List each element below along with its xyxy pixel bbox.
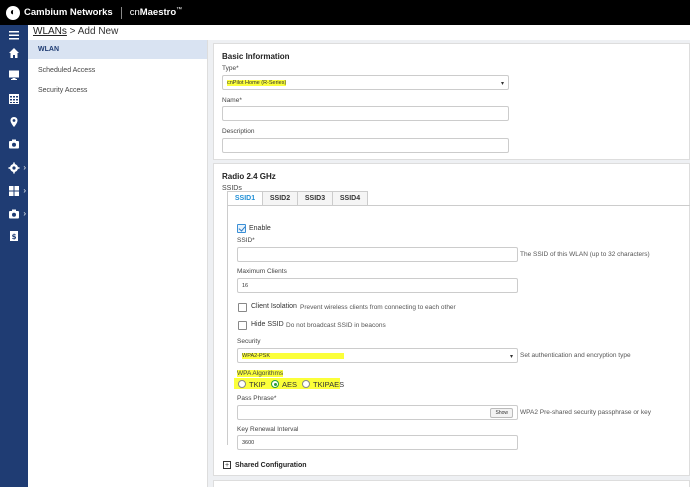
client-isolation-hint: Prevent wireless clients from connecting… — [300, 304, 456, 311]
subnav-item-scheduled-access[interactable]: Scheduled Access — [28, 60, 207, 80]
security-label: Security — [237, 338, 261, 345]
hide-ssid-hint: Do not broadcast SSID in beacons — [286, 322, 386, 329]
hide-ssid-label: Hide SSID — [251, 321, 284, 328]
billing-icon[interactable]: $ — [0, 226, 28, 246]
monitor-icon[interactable] — [0, 65, 28, 85]
dropdown-caret-icon: ▾ — [509, 354, 513, 360]
client-isolation-label: Client Isolation — [251, 303, 297, 310]
cambium-logo-icon: ◐ — [6, 5, 20, 20]
product-name: cnMaestro™ — [129, 6, 183, 19]
ssid-tabs: SSID1 SSID2 SSID3 SSID4 — [227, 191, 368, 205]
pass-phrase-hint: WPA2 Pre-shared security passphrase or k… — [520, 409, 652, 416]
enable-checkbox[interactable] — [237, 224, 246, 233]
subnav-item-security-access[interactable]: Security Access — [28, 80, 207, 100]
key-renewal-label: Key Renewal Interval — [237, 426, 299, 433]
basic-information-panel: Basic Information Type* cnPilot Home (R-… — [213, 43, 690, 160]
client-isolation-checkbox[interactable] — [238, 303, 247, 312]
ssid-hint: The SSID of this WLAN (up to 32 characte… — [520, 251, 650, 258]
menu-icon[interactable] — [0, 25, 28, 45]
brand-divider — [120, 6, 122, 19]
camera-icon[interactable] — [0, 134, 28, 154]
name-input[interactable] — [222, 106, 509, 121]
breadcrumb: WLANs > Add New — [33, 26, 119, 37]
tkip-radio[interactable] — [238, 380, 246, 388]
type-label: Type* — [222, 65, 239, 72]
tkipaes-label: TKIPAES — [313, 380, 345, 389]
aes-label: AES — [282, 380, 298, 389]
tab-ssid3[interactable]: SSID3 — [297, 191, 333, 205]
maximum-clients-input[interactable]: 16 — [237, 278, 518, 293]
expand-plus-icon: + — [223, 461, 231, 469]
tab-ssid1[interactable]: SSID1 — [227, 191, 263, 205]
camera-settings-icon[interactable]: › — [0, 204, 28, 224]
tab-ssid4[interactable]: SSID4 — [332, 191, 368, 205]
type-select[interactable]: cnPilot Home (R-Series) ▾ — [222, 75, 509, 90]
hide-ssid-checkbox[interactable] — [238, 321, 247, 330]
basic-information-title: Basic Information — [222, 52, 290, 61]
main-content: Basic Information Type* cnPilot Home (R-… — [208, 40, 690, 487]
wlan-subnav: WLAN Scheduled Access Security Access — [28, 40, 208, 487]
shared-configuration-toggle[interactable]: + Shared Configuration — [223, 461, 307, 469]
description-label: Description — [222, 128, 255, 135]
breadcrumb-wlans-link[interactable]: WLANs — [33, 26, 67, 37]
dropdown-caret-icon: ▾ — [500, 81, 504, 87]
settings-icon[interactable]: › — [0, 158, 28, 178]
enable-label: Enable — [249, 225, 271, 232]
breadcrumb-current: Add New — [77, 26, 119, 37]
security-hint: Set authentication and encryption type — [520, 352, 631, 359]
apps-icon[interactable]: › — [0, 181, 28, 201]
ssid-input[interactable] — [237, 247, 518, 262]
icon-rail: › › › $ — [0, 25, 28, 487]
top-bar: ◐ Cambium Networks cnMaestro™ — [0, 0, 690, 25]
chevron-right-icon: › — [23, 163, 26, 172]
security-selected-value: WPA2-PSK — [242, 352, 345, 359]
maximum-clients-label: Maximum Clients — [237, 268, 287, 275]
pass-phrase-label: Pass Phrase* — [237, 395, 277, 402]
brand-name: Cambium Networks — [24, 7, 113, 18]
chevron-right-icon: › — [23, 209, 26, 218]
name-label: Name* — [222, 97, 242, 104]
next-panel — [213, 480, 690, 487]
show-password-button[interactable]: Show — [490, 408, 513, 418]
svg-text:$: $ — [12, 233, 17, 241]
tkip-label: TKIP — [249, 380, 266, 389]
pass-phrase-input[interactable]: Show — [237, 405, 518, 420]
radio-24ghz-panel: Radio 2.4 GHz SSIDs SSID1 SSID2 SSID3 SS… — [213, 163, 690, 476]
aes-radio[interactable] — [271, 380, 279, 388]
home-icon[interactable] — [0, 43, 28, 63]
ssid-label: SSID* — [237, 237, 255, 244]
ssid1-tab-pane: Enable SSID* The SSID of this WLAN (up t… — [227, 205, 690, 450]
tab-ssid2[interactable]: SSID2 — [262, 191, 298, 205]
subnav-item-wlan[interactable]: WLAN — [28, 40, 207, 59]
tkipaes-radio[interactable] — [302, 380, 310, 388]
type-selected-value: cnPilot Home (R-Series) — [227, 79, 287, 86]
map-pin-icon[interactable] — [0, 112, 28, 132]
shared-configuration-label: Shared Configuration — [235, 461, 307, 469]
key-renewal-input[interactable]: 3600 — [237, 435, 518, 450]
wpa-algorithms-label: WPA Algorithms — [237, 370, 284, 377]
security-select[interactable]: WPA2-PSK ▾ — [237, 348, 518, 363]
grid-icon[interactable] — [0, 89, 28, 109]
chevron-right-icon: › — [23, 186, 26, 195]
description-input[interactable] — [222, 138, 509, 153]
radio-24ghz-title: Radio 2.4 GHz — [222, 172, 276, 181]
